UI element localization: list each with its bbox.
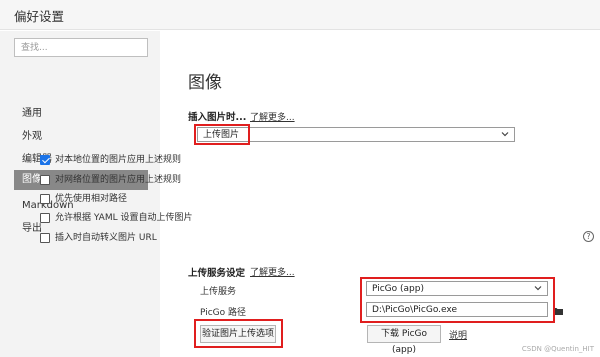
highlight-box-verify <box>194 319 283 348</box>
download-picgo-button[interactable]: 下载 PicGo (app) <box>367 325 441 355</box>
sidebar-item-appearance[interactable]: 外观 <box>14 127 148 147</box>
insert-learn-more-link[interactable]: 了解更多... <box>250 110 295 123</box>
checkbox-escape[interactable] <box>40 233 50 243</box>
upload-service-section-label: 上传服务设定 <box>188 268 246 279</box>
checkbox-row-escape[interactable]: 插入时自动转义图片 URL <box>40 232 340 246</box>
checkbox-row-yaml[interactable]: 允许根据 YAML 设置自动上传图片 <box>40 212 340 226</box>
explain-link[interactable]: 说明 <box>449 328 467 341</box>
checkbox-network[interactable] <box>40 175 50 185</box>
picgo-path-label: PicGo 路径 <box>200 308 247 318</box>
upload-service-label: 上传服务 <box>200 287 237 297</box>
checkbox-row-local[interactable]: 对本地位置的图片应用上述规则 <box>40 154 340 168</box>
checkbox-local[interactable] <box>40 155 50 165</box>
checkbox-label: 对本地位置的图片应用上述规则 <box>55 155 182 165</box>
checkbox-row-relative[interactable]: 优先使用相对路径 <box>40 193 340 207</box>
checkbox-row-network[interactable]: 对网络位置的图片应用上述规则 <box>40 174 340 188</box>
insert-image-label: 插入图片时... <box>188 112 247 123</box>
checkbox-label: 优先使用相对路径 <box>55 194 128 204</box>
checkbox-label: 对网络位置的图片应用上述规则 <box>55 175 182 185</box>
help-icon[interactable]: ? <box>583 231 594 242</box>
window-title: 偏好设置 <box>14 9 65 24</box>
highlight-box-upload-service <box>360 277 555 323</box>
title-bar: 偏好设置 <box>0 0 600 30</box>
upload-learn-more-link[interactable]: 了解更多... <box>250 265 295 278</box>
highlight-box-insert <box>194 124 250 145</box>
chevron-down-icon <box>501 132 509 137</box>
watermark: CSDN @Quentin_HIT <box>521 345 594 353</box>
search-input[interactable] <box>14 38 148 57</box>
checkbox-relative[interactable] <box>40 194 50 204</box>
sidebar-item-general[interactable]: 通用 <box>14 104 148 124</box>
checkbox-label: 插入时自动转义图片 URL <box>55 233 157 243</box>
checkbox-label: 允许根据 YAML 设置自动上传图片 <box>55 213 193 223</box>
page-title: 图像 <box>188 73 222 93</box>
checkbox-yaml[interactable] <box>40 213 50 223</box>
